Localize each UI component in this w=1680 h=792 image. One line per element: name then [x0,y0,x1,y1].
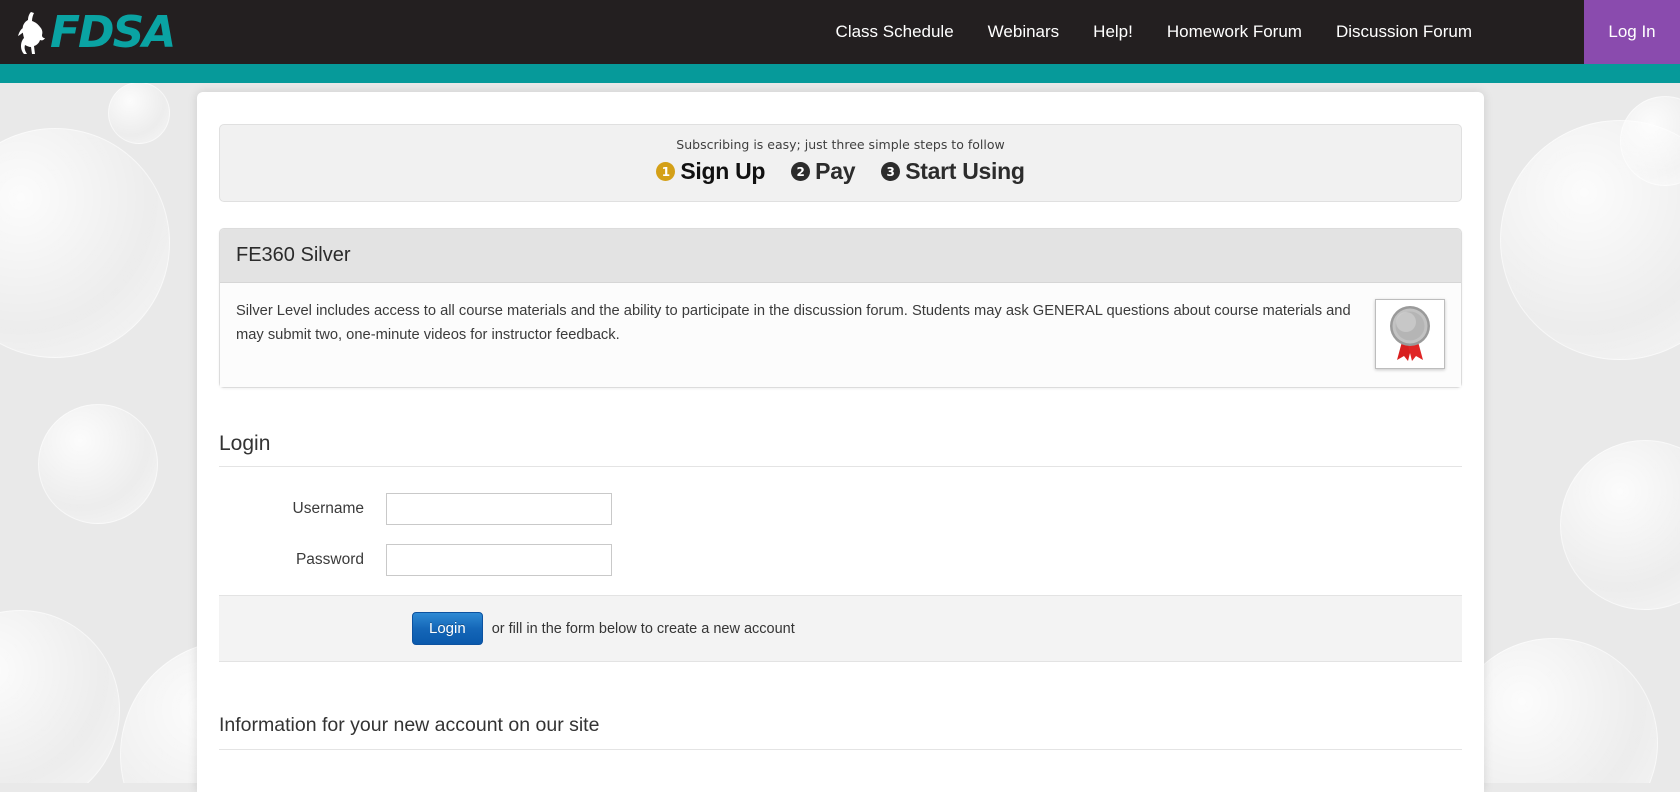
content-card: Subscribing is easy; just three simple s… [197,92,1484,792]
nav-item-webinars[interactable]: Webinars [988,22,1060,42]
username-row: Username [219,493,1462,525]
username-label: Username [219,500,386,518]
login-submit-button[interactable]: Login [412,612,483,645]
nav-item-class-schedule[interactable]: Class Schedule [836,22,954,42]
step-sign-up: 1 Sign Up [656,158,765,185]
step-number-badge: 2 [791,162,810,181]
main-navigation: Class Schedule Webinars Help! Homework F… [836,0,1472,64]
step-label: Start Using [905,158,1024,185]
plan-description: Silver Level includes access to all cour… [236,299,1375,347]
plan-panel-header: FE360 Silver [220,229,1461,283]
silver-medal-ribbon-icon [1381,304,1439,364]
step-label: Sign Up [680,158,765,185]
password-label: Password [219,551,386,569]
plan-panel-body: Silver Level includes access to all cour… [220,283,1461,387]
header-bar: FDSA Class Schedule Webinars Help! Homew… [0,0,1680,64]
steps-row: 1 Sign Up 2 Pay 3 Start Using [220,158,1461,185]
step-start-using: 3 Start Using [881,158,1024,185]
login-section-heading: Login [219,432,1462,466]
username-input[interactable] [386,493,612,525]
step-label: Pay [815,158,855,185]
new-account-section-heading: Information for your new account on our … [219,714,1462,749]
step-number-badge: 3 [881,162,900,181]
divider [219,749,1462,750]
plan-title: FE360 Silver [236,244,1445,267]
nav-item-discussion-forum[interactable]: Discussion Forum [1336,22,1472,42]
plan-panel: FE360 Silver Silver Level includes acces… [219,228,1462,388]
background-bubble [108,82,170,144]
login-alt-text: or fill in the form below to create a ne… [492,621,795,637]
dog-silhouette-icon [18,10,48,56]
step-number-badge: 1 [656,162,675,181]
nav-item-homework-forum[interactable]: Homework Forum [1167,22,1302,42]
plan-badge-container [1375,299,1445,369]
login-actions-bar: Login or fill in the form below to creat… [219,595,1462,662]
login-form: Username Password Login or fill in the f… [219,467,1462,662]
logo-text: FDSA [50,10,174,56]
background-bubble [0,128,170,358]
teal-accent-bar [0,64,1680,83]
site-logo[interactable]: FDSA [18,8,174,58]
background-bubble [38,404,158,524]
password-input[interactable] [386,544,612,576]
background-bubble [0,610,120,783]
nav-item-help[interactable]: Help! [1093,22,1133,42]
password-row: Password [219,544,1462,576]
subscribe-steps-banner: Subscribing is easy; just three simple s… [219,124,1462,202]
step-pay: 2 Pay [791,158,855,185]
background-bubble [1560,440,1680,610]
steps-subtitle: Subscribing is easy; just three simple s… [220,137,1461,152]
header-login-button[interactable]: Log In [1584,0,1680,64]
